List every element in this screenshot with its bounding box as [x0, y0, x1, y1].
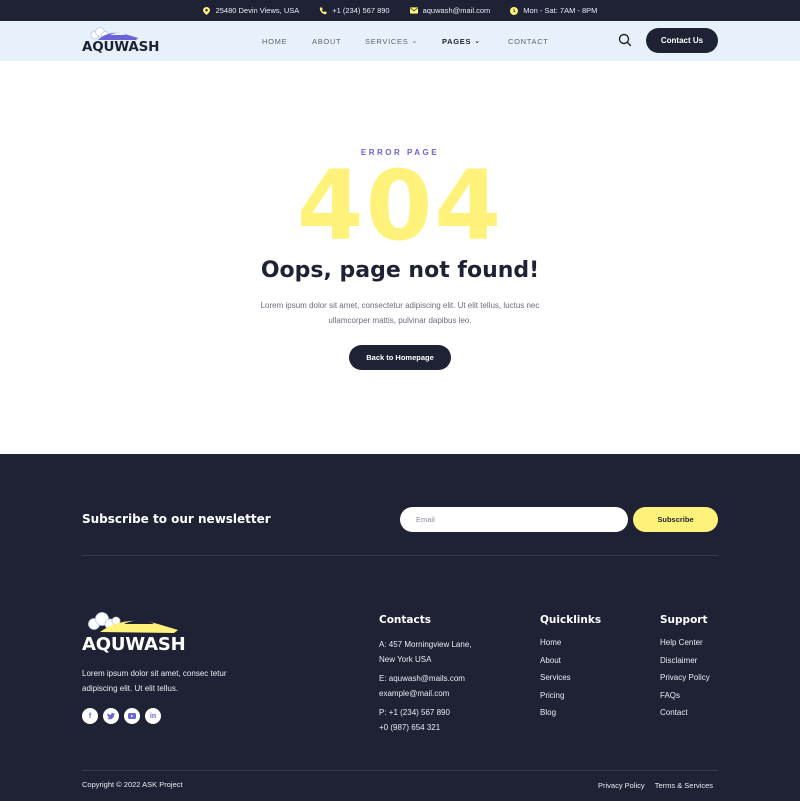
- quicklinks-column: Quicklinks Home About Services Pricing B…: [540, 614, 601, 726]
- clock-icon: [510, 6, 519, 15]
- quicklink-blog[interactable]: Blog: [540, 708, 601, 726]
- newsletter-title: Subscribe to our newsletter: [82, 512, 271, 526]
- search-icon[interactable]: [618, 33, 632, 47]
- topbar-address: 25480 Devin Views, USA: [203, 6, 300, 15]
- nav-about-label: ABOUT: [312, 36, 342, 46]
- support-disclaimer[interactable]: Disclaimer: [660, 656, 710, 674]
- footer-bottom-divider: [82, 770, 718, 771]
- quicklink-pricing[interactable]: Pricing: [540, 691, 601, 709]
- footer-logo[interactable]: AQUWASH: [82, 610, 186, 656]
- location-pin-icon: [203, 6, 211, 15]
- chevron-down-icon: ⌄: [411, 38, 418, 45]
- bottom-link-terms[interactable]: Terms & Services: [655, 781, 713, 790]
- chevron-down-icon: ⌄: [474, 38, 481, 45]
- contact-us-button[interactable]: Contact Us: [646, 28, 718, 53]
- linkedin-icon[interactable]: in: [145, 708, 161, 724]
- support-title: Support: [660, 614, 708, 626]
- error-code: 404: [296, 150, 504, 262]
- nav-services-label: SERVICES: [365, 36, 409, 46]
- footer-description: Lorem ipsum dolor sit amet, consec tetur…: [82, 669, 227, 693]
- quicklink-home[interactable]: Home: [540, 638, 601, 656]
- subscribe-button[interactable]: Subscribe: [633, 507, 718, 532]
- social-links: f in: [82, 708, 161, 724]
- nav-contact[interactable]: CONTACT: [508, 37, 568, 46]
- mail-icon: [409, 7, 418, 15]
- top-info-bar: 25480 Devin Views, USA +1 (234) 567 890 …: [0, 0, 800, 21]
- contact-phone-line2[interactable]: +0 (987) 654 321: [379, 721, 472, 736]
- support-privacy-policy[interactable]: Privacy Policy: [660, 673, 710, 691]
- support-column: Support Help Center Disclaimer Privacy P…: [660, 614, 710, 726]
- nav-about[interactable]: ABOUT: [312, 37, 365, 46]
- error-headline: Oops, page not found!: [260, 258, 540, 283]
- nav-home-label: HOME: [262, 36, 288, 46]
- error-description: Lorem ipsum dolor sit amet, consectetur …: [260, 301, 540, 325]
- contact-email-line2[interactable]: example@mail.com: [379, 687, 472, 702]
- nav-services[interactable]: SERVICES ⌄: [365, 37, 442, 46]
- support-faqs[interactable]: FAQs: [660, 691, 710, 709]
- contact-phone-line1[interactable]: P: +1 (234) 567 890: [379, 706, 472, 721]
- contact-address-line1: A: 457 Morningview Lane,: [379, 640, 472, 649]
- contacts-title: Contacts: [379, 614, 431, 626]
- topbar-hours-text: Mon - Sat: 7AM - 8PM: [523, 6, 598, 15]
- site-header: AQUWASH HOME ABOUT SERVICES ⌄ PAGES ⌄ CONT…: [0, 21, 800, 61]
- twitter-icon[interactable]: [103, 708, 119, 724]
- nav-pages[interactable]: PAGES ⌄: [442, 37, 508, 46]
- topbar-hours: Mon - Sat: 7AM - 8PM: [510, 6, 597, 15]
- copyright-text: Copyright © 2022 ASK Project: [82, 780, 183, 789]
- bottom-link-privacy-policy[interactable]: Privacy Policy: [598, 781, 645, 790]
- contact-email-line1[interactable]: E: aquwash@mails.com: [379, 672, 472, 687]
- support-contact[interactable]: Contact: [660, 708, 710, 726]
- topbar-phone-text: +1 (234) 567 890: [332, 6, 390, 15]
- logo-wordmark: AQUWASH: [82, 39, 160, 55]
- footer-divider: [82, 555, 718, 556]
- topbar-phone[interactable]: +1 (234) 567 890: [319, 6, 390, 15]
- facebook-icon[interactable]: f: [82, 708, 98, 724]
- newsletter-email-input[interactable]: [400, 507, 628, 532]
- footer-bottom-links: Privacy Policy Terms & Services: [598, 781, 713, 790]
- footer-logo-wordmark: AQUWASH: [82, 634, 186, 655]
- topbar-email-text: aquwash@mail.com: [422, 6, 491, 15]
- topbar-email[interactable]: aquwash@mail.com: [409, 6, 491, 15]
- quicklink-services[interactable]: Services: [540, 673, 601, 691]
- nav-pages-label: PAGES: [442, 36, 472, 46]
- contacts-column: Contacts A: 457 Morningview Lane, New Yo…: [379, 614, 472, 735]
- site-footer: Subscribe to our newsletter Subscribe AQ…: [0, 454, 800, 801]
- quicklinks-title: Quicklinks: [540, 614, 602, 626]
- site-logo[interactable]: AQUWASH: [82, 26, 159, 56]
- back-to-homepage-button[interactable]: Back to Homepage: [349, 345, 451, 370]
- contact-address-line2: New York USA: [379, 654, 432, 664]
- nav-contact-label: CONTACT: [508, 36, 549, 46]
- youtube-icon[interactable]: [124, 708, 140, 724]
- main-nav: HOME ABOUT SERVICES ⌄ PAGES ⌄ CONTACT: [262, 21, 568, 61]
- support-help-center[interactable]: Help Center: [660, 638, 710, 656]
- nav-home[interactable]: HOME: [262, 37, 312, 46]
- quicklink-about[interactable]: About: [540, 656, 601, 674]
- phone-icon: [319, 7, 327, 15]
- topbar-address-text: 25480 Devin Views, USA: [215, 6, 300, 15]
- car-splash-logo-icon: [88, 612, 178, 633]
